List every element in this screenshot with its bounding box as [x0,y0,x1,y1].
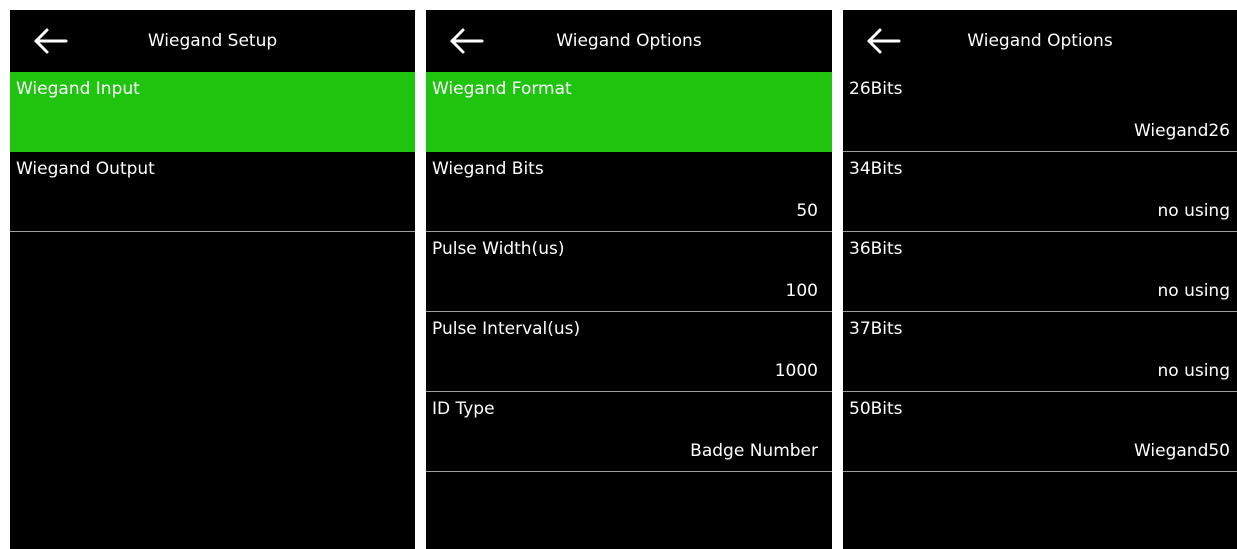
menu-item-label: Wiegand Format [432,79,572,99]
menu-item-value: no using [1157,281,1231,301]
menu-item-pulse-width[interactable]: Pulse Width(us) 100 [426,232,832,312]
wiegand-options-screen: Wiegand Options Wiegand Format Wiegand B… [426,10,832,549]
menu-item-pulse-interval[interactable]: Pulse Interval(us) 1000 [426,312,832,392]
menu-item-value: 1000 [774,361,818,381]
title-bar: Wiegand Options [843,10,1237,72]
page-title: Wiegand Options [967,31,1113,51]
menu-item-wiegand-format[interactable]: Wiegand Format [426,72,832,152]
menu-item-label: 34Bits [849,159,903,179]
page-title: Wiegand Options [556,31,702,51]
menu-item-wiegand-input[interactable]: Wiegand Input [10,72,415,152]
menu-item-label: Wiegand Input [16,79,140,99]
menu-item-value: 50 [796,201,818,221]
title-bar: Wiegand Setup [10,10,415,72]
page-title: Wiegand Setup [147,31,278,51]
menu-item-label: ID Type [432,399,495,419]
menu-item-value: no using [1157,201,1231,221]
menu-item-id-type[interactable]: ID Type Badge Number [426,392,832,472]
menu-item-26bits[interactable]: 26Bits Wiegand26 [843,72,1237,152]
wiegand-setup-screen: Wiegand Setup Wiegand Input Wiegand Outp… [10,10,415,549]
menu-item-label: 50Bits [849,399,903,419]
menu-item-value: Wiegand50 [1133,441,1230,461]
menu-item-label: Pulse Interval(us) [432,319,581,339]
menu-item-label: Pulse Width(us) [432,239,565,259]
menu-item-wiegand-output[interactable]: Wiegand Output [10,152,415,232]
menu-item-label: Wiegand Output [16,159,155,179]
menu-item-label: 37Bits [849,319,903,339]
menu-item-37bits[interactable]: 37Bits no using [843,312,1237,392]
menu-item-value: no using [1157,361,1231,381]
menu-item-label: 26Bits [849,79,903,99]
menu-item-value: Wiegand26 [1133,121,1230,141]
menu-item-36bits[interactable]: 36Bits no using [843,232,1237,312]
title-bar: Wiegand Options [426,10,832,72]
screens-container: Wiegand Setup Wiegand Input Wiegand Outp… [0,0,1237,549]
menu-item-label: 36Bits [849,239,903,259]
menu-item-label: Wiegand Bits [432,159,544,179]
menu-item-wiegand-bits[interactable]: Wiegand Bits 50 [426,152,832,232]
wiegand-bits-screen: Wiegand Options 26Bits Wiegand26 34Bits … [843,10,1237,549]
menu-item-value: 100 [785,281,818,301]
menu-item-50bits[interactable]: 50Bits Wiegand50 [843,392,1237,472]
menu-item-value: Badge Number [690,441,818,461]
menu-item-34bits[interactable]: 34Bits no using [843,152,1237,232]
